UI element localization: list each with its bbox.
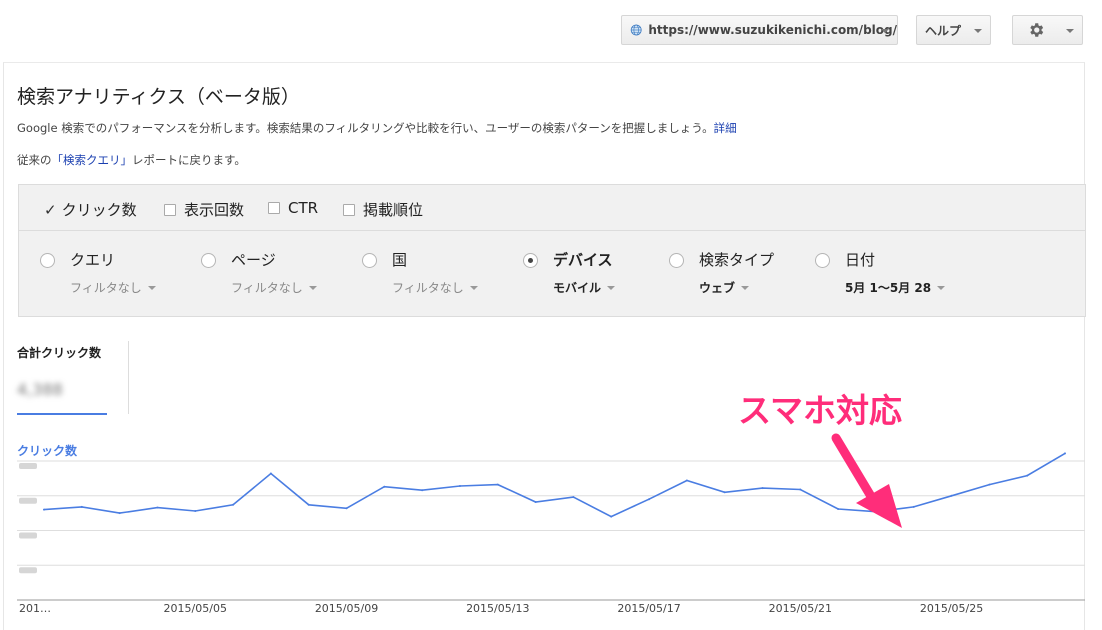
data-point — [572, 496, 575, 499]
annotation-arrow-shaft — [831, 433, 877, 503]
data-point — [232, 503, 235, 506]
x-tick-label: 2015/05/05 — [164, 602, 227, 615]
y-tick-label-blurred — [19, 567, 37, 574]
x-tick-label: 2015/05/09 — [315, 602, 378, 615]
data-point — [988, 483, 991, 486]
data-point — [610, 515, 613, 518]
data-point — [307, 503, 310, 506]
series-line-clicks — [43, 452, 1066, 518]
data-point — [458, 485, 461, 488]
data-point — [156, 506, 159, 509]
data-point — [534, 501, 537, 504]
y-tick-label-blurred — [19, 532, 37, 539]
data-point — [194, 510, 197, 513]
data-point — [383, 485, 386, 488]
data-point — [80, 505, 83, 508]
data-point — [837, 507, 840, 510]
x-tick-label: 2015/05/21 — [769, 602, 832, 615]
data-point — [421, 489, 424, 492]
data-point — [685, 479, 688, 482]
data-point — [912, 505, 915, 508]
data-point — [950, 494, 953, 497]
x-tick-label: 201… — [19, 602, 51, 615]
data-point — [345, 507, 348, 510]
x-tick-label: 2015/05/13 — [466, 602, 529, 615]
data-point — [269, 472, 272, 475]
data-point — [799, 488, 802, 491]
annotation-text: スマホ対応 — [738, 391, 903, 430]
data-point — [118, 512, 121, 515]
clicks-line-chart: 201… 2015/05/05 2015/05/09 2015/05/13 2015/0… — [17, 433, 1085, 615]
data-point — [1064, 452, 1066, 455]
y-tick-label-blurred — [19, 497, 37, 504]
data-point — [761, 487, 764, 490]
x-tick-label: 2015/05/25 — [920, 602, 983, 615]
data-point — [648, 498, 651, 501]
data-point — [1026, 474, 1029, 477]
data-point — [723, 491, 726, 494]
data-point — [496, 483, 499, 486]
data-point — [43, 508, 45, 511]
y-tick-label-blurred — [19, 463, 37, 469]
x-tick-label: 2015/05/17 — [617, 602, 680, 615]
